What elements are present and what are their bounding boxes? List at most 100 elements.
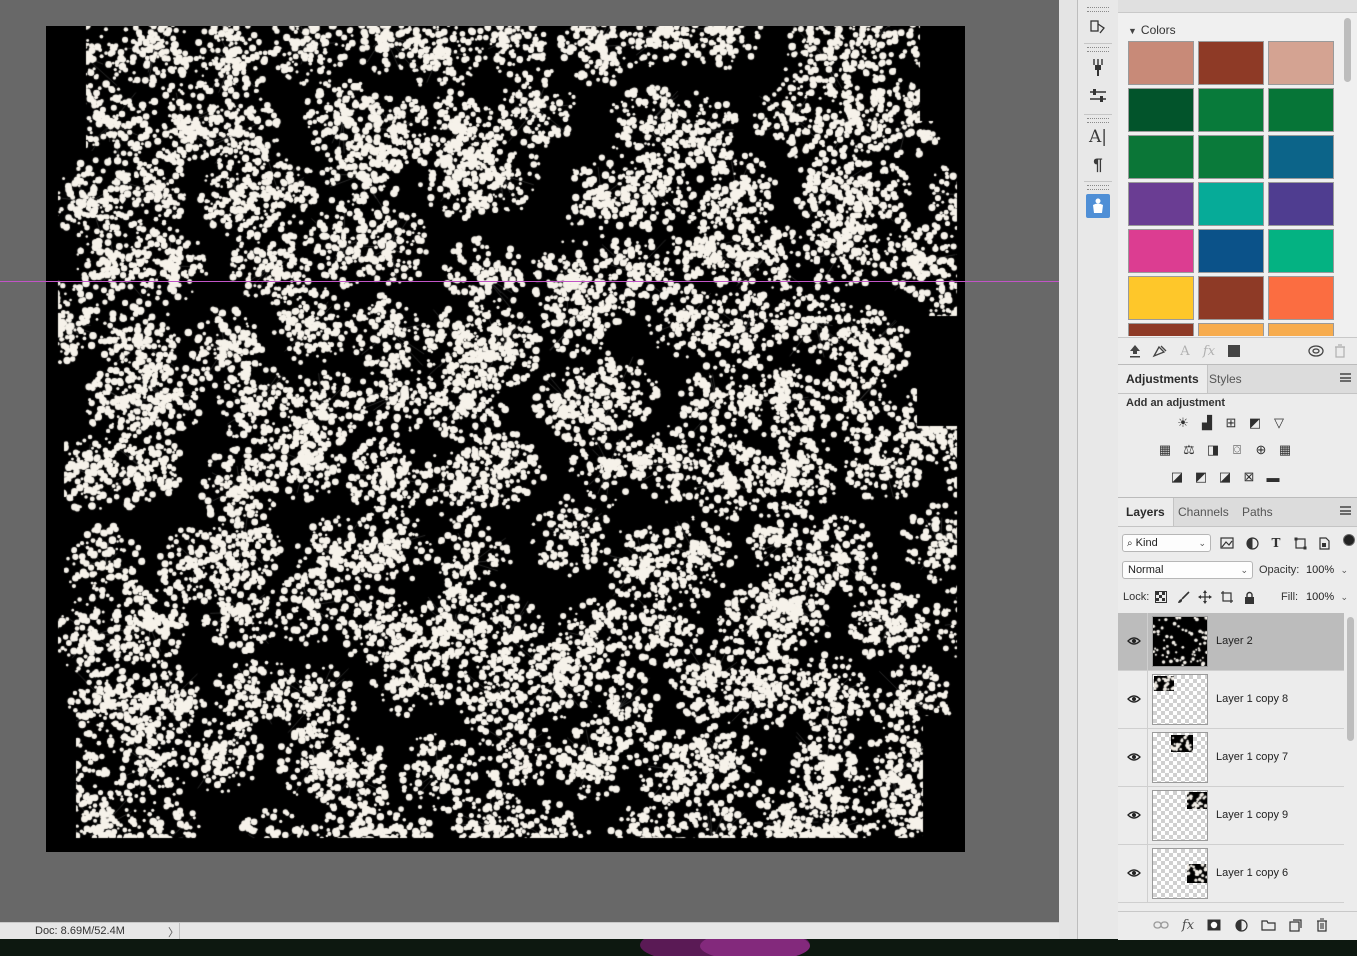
scrollbar-thumb[interactable] [1344,18,1351,82]
tab-paths[interactable]: Paths [1234,498,1281,526]
eye-visibility-icon[interactable] [1126,633,1142,649]
layer-row[interactable]: Layer 1 copy 6 [1118,845,1344,903]
status-menu-arrow-icon[interactable]: 〉 [168,924,179,940]
color-square-icon[interactable] [1225,342,1243,360]
selective-color-icon[interactable]: ⊠ [1239,468,1259,486]
link-cloud-icon[interactable] [1307,342,1325,360]
layer-thumbnail[interactable] [1152,616,1208,667]
layers-scrollbar[interactable] [1345,613,1355,911]
color-swatch[interactable] [1128,182,1194,226]
gradient-map-icon[interactable]: ▬ [1263,468,1283,486]
layer-thumbnail[interactable] [1152,790,1208,841]
tool-options-icon[interactable] [1087,85,1109,107]
drag-grip[interactable] [1087,185,1109,190]
layer-row[interactable]: Layer 1 copy 8 [1118,671,1344,729]
layer-thumbnail[interactable] [1152,674,1208,725]
eye-visibility-icon[interactable] [1126,865,1142,881]
layer-row[interactable]: Layer 2 [1118,613,1344,671]
layer-thumbnail[interactable] [1152,848,1208,899]
eye-visibility-icon[interactable] [1126,691,1142,707]
layer-row[interactable]: Layer 1 copy 7 [1118,729,1344,787]
type-layer-filter-icon[interactable]: T [1268,535,1284,551]
eye-visibility-icon[interactable] [1126,749,1142,765]
doc-size-info[interactable]: Doc: 8.69M/52.4M [35,925,125,937]
lock-image-pixels-icon[interactable] [1175,589,1191,605]
upload-icon[interactable] [1126,342,1144,360]
tab-adjustments[interactable]: Adjustments [1118,365,1208,393]
vibrance-icon[interactable]: ▽ [1269,414,1289,432]
color-swatch[interactable] [1128,88,1194,132]
scrollbar-thumb[interactable] [1347,617,1354,741]
delete-layer-trash-icon[interactable] [1313,916,1331,934]
color-swatch[interactable] [1268,135,1334,179]
add-layer-style-fx-icon[interactable]: fx [1179,916,1197,934]
document-canvas[interactable] [46,26,965,852]
new-adjustment-layer-icon[interactable] [1232,916,1250,934]
horizontal-guide[interactable] [0,281,1059,282]
channel-mixer-icon[interactable]: ⊕ [1251,441,1271,459]
swatch-group-header[interactable]: ▼ Colors [1128,23,1176,37]
lock-transparent-pixels-icon[interactable] [1153,589,1169,605]
invert-icon[interactable]: ◪ [1167,468,1187,486]
color-swatch[interactable] [1128,276,1194,320]
posterize-icon[interactable]: ◩ [1191,468,1211,486]
filter-toggle[interactable] [1343,534,1355,546]
link-layers-icon[interactable] [1152,916,1170,934]
shape-layer-filter-icon[interactable] [1292,535,1308,551]
color-swatch[interactable] [1128,135,1194,179]
new-group-folder-icon[interactable] [1259,916,1277,934]
brightness-contrast-icon[interactable]: ☀ [1173,414,1193,432]
character-icon[interactable]: A| [1087,126,1109,148]
color-swatch[interactable] [1268,323,1334,336]
color-swatch[interactable] [1198,41,1264,85]
disclosure-triangle-icon[interactable]: ▼ [1128,26,1137,36]
color-swatch[interactable] [1268,182,1334,226]
lock-artboard-icon[interactable] [1219,589,1235,605]
opacity-input[interactable]: 100% ⌄ [1300,561,1353,579]
pixel-layer-filter-icon[interactable] [1219,535,1235,551]
color-swatch[interactable] [1128,41,1194,85]
brush-presets-icon[interactable] [1087,56,1109,78]
exposure-icon[interactable]: ◩ [1245,414,1265,432]
color-swatch[interactable] [1198,276,1264,320]
color-swatch[interactable] [1268,229,1334,273]
swatch-scrollbar[interactable] [1343,16,1352,336]
threshold-icon[interactable]: ◪ [1215,468,1235,486]
smart-object-filter-icon[interactable] [1316,535,1332,551]
fill-input[interactable]: 100% ⌄ [1300,588,1353,606]
color-lookup-icon[interactable]: ▦ [1275,441,1295,459]
panel-menu-icon[interactable] [1340,373,1351,382]
layer-row[interactable]: Layer 1 copy 9 [1118,787,1344,845]
tab-styles[interactable]: Styles [1201,365,1250,393]
add-layer-mask-icon[interactable] [1205,916,1223,934]
brush-swatch-icon[interactable] [1151,342,1169,360]
color-swatch[interactable] [1268,41,1334,85]
color-swatch[interactable] [1198,182,1264,226]
clone-source-icon[interactable] [1087,16,1109,38]
layer-thumbnail[interactable] [1152,732,1208,783]
text-style-icon[interactable]: A [1176,342,1194,360]
drag-grip[interactable] [1087,47,1109,52]
color-swatch[interactable] [1128,229,1194,273]
color-swatch[interactable] [1128,323,1194,336]
color-swatch[interactable] [1198,135,1264,179]
panel-menu-icon[interactable] [1340,506,1351,515]
tab-layers[interactable]: Layers [1118,498,1174,526]
color-swatch[interactable] [1198,229,1264,273]
canvas-area[interactable] [0,0,1059,922]
layer-filter-kind-select[interactable]: ⌕ Kind ⌄ [1122,534,1211,552]
drag-grip[interactable] [1087,7,1109,12]
tab-channels[interactable]: Channels [1170,498,1237,526]
adjustment-layer-filter-icon[interactable] [1244,535,1260,551]
drag-grip[interactable] [1087,118,1109,123]
lock-all-icon[interactable] [1241,589,1257,605]
paragraph-icon[interactable]: ¶ [1087,154,1109,176]
photo-filter-icon[interactable]: ⌼ [1227,441,1247,459]
trash-icon[interactable] [1331,342,1349,360]
levels-icon[interactable]: ▟ [1197,414,1217,432]
curves-icon[interactable]: ⊞ [1221,414,1241,432]
color-swatch[interactable] [1268,88,1334,132]
new-layer-icon[interactable] [1286,916,1304,934]
hue-saturation-icon[interactable]: ▦ [1155,441,1175,459]
lock-position-icon[interactable] [1197,589,1213,605]
